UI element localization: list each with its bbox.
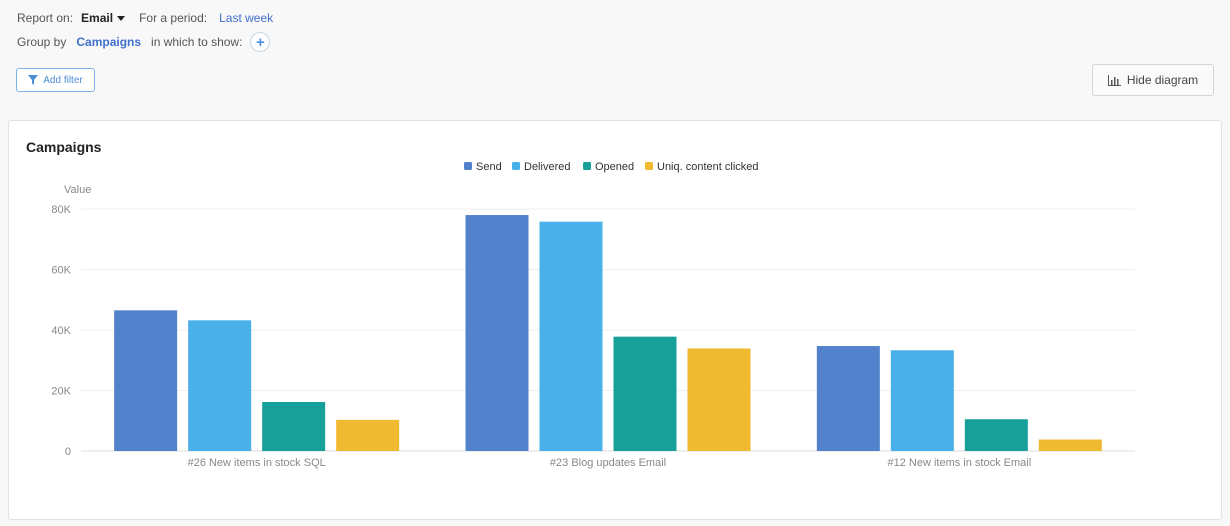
bar-chart: 0 20K 40K 60K 80K Value Send Delivered Opened Uni… bbox=[51, 161, 1135, 469]
y-axis-label: Value bbox=[64, 184, 91, 196]
filter-icon bbox=[28, 75, 39, 85]
legend-label: Delivered bbox=[524, 161, 570, 173]
plus-icon: + bbox=[256, 33, 265, 51]
legend-swatch bbox=[464, 162, 472, 170]
legend-swatch bbox=[512, 162, 520, 170]
report-on-select[interactable]: Email bbox=[81, 11, 113, 25]
hide-diagram-label: Hide diagram bbox=[1126, 73, 1199, 87]
report-settings-row: Report on: Email For a period: Last week bbox=[17, 10, 285, 26]
x-tick-label: #12 New items in stock Email bbox=[887, 457, 1031, 469]
group-by-row: Group by Campaigns in which to show: + bbox=[17, 32, 271, 52]
bar bbox=[465, 215, 529, 451]
chart-card: Campaigns 0 20K 40K 60K 80K Value Send Delivere… bbox=[8, 120, 1222, 520]
bar-chart-icon bbox=[1107, 74, 1121, 86]
bar bbox=[816, 346, 880, 451]
legend-label: Send bbox=[476, 161, 502, 173]
x-tick-label: #26 New items in stock SQL bbox=[188, 457, 326, 469]
add-filter-button[interactable]: Add filter bbox=[16, 68, 95, 92]
bar bbox=[114, 310, 178, 451]
period-label: For a period: bbox=[139, 11, 208, 25]
add-filter-label: Add filter bbox=[43, 74, 83, 86]
show-label: in which to show: bbox=[151, 35, 243, 49]
y-tick-label: 0 bbox=[65, 446, 71, 458]
add-grouping-button[interactable]: + bbox=[250, 32, 271, 52]
bar bbox=[1038, 439, 1102, 451]
legend-swatch bbox=[645, 162, 653, 170]
bar bbox=[964, 419, 1028, 451]
y-tick-label: 80K bbox=[51, 204, 71, 216]
group-by-label: Group by bbox=[17, 35, 67, 49]
bar bbox=[188, 320, 252, 451]
bar bbox=[336, 419, 400, 451]
bar bbox=[539, 221, 603, 451]
bar bbox=[613, 336, 677, 451]
bar bbox=[890, 350, 954, 451]
legend-label: Opened bbox=[595, 161, 634, 173]
y-tick-label: 20K bbox=[51, 386, 71, 398]
period-link[interactable]: Last week bbox=[219, 11, 273, 25]
caret-down-icon[interactable] bbox=[117, 16, 126, 21]
x-tick-label: #23 Blog updates Email bbox=[550, 457, 666, 469]
hide-diagram-button[interactable]: Hide diagram bbox=[1092, 64, 1214, 96]
report-on-label: Report on: bbox=[17, 11, 74, 25]
bar bbox=[262, 401, 326, 451]
legend-swatch bbox=[583, 162, 591, 170]
y-tick-label: 60K bbox=[51, 265, 71, 277]
bar bbox=[687, 348, 751, 451]
group-by-link[interactable]: Campaigns bbox=[76, 35, 141, 49]
y-tick-label: 40K bbox=[51, 325, 71, 337]
legend-label: Uniq. content clicked bbox=[657, 161, 759, 173]
